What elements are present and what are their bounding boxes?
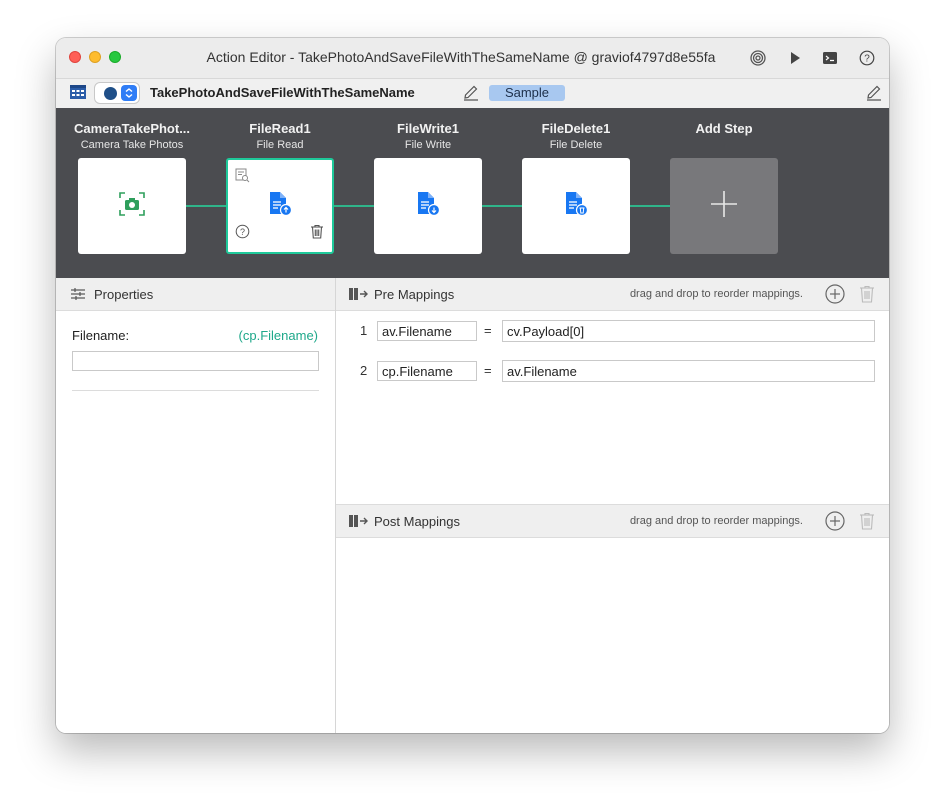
pre-mappings-panel: Pre Mappings drag and drop to reorder ma… xyxy=(336,278,889,504)
zoom-window-button[interactable] xyxy=(109,51,121,63)
camera-icon xyxy=(118,191,146,222)
add-pre-mapping-button[interactable] xyxy=(825,284,845,304)
toggle-dot-icon xyxy=(104,87,117,100)
stepper-chevron-icon[interactable] xyxy=(121,85,137,101)
step-card-file-read[interactable]: ? xyxy=(226,158,334,254)
step-connector xyxy=(482,205,522,207)
action-name-label: TakePhotoAndSaveFileWithTheSameName xyxy=(150,85,415,100)
mapping-target-field[interactable]: cp.Filename xyxy=(377,361,477,381)
step-title: CameraTakePhot... xyxy=(73,121,191,136)
properties-title: Properties xyxy=(94,287,154,302)
mapping-arrow-icon xyxy=(349,514,369,533)
add-step-button[interactable] xyxy=(670,158,778,254)
mapping-equals: = xyxy=(484,323,492,338)
delete-pre-mapping-trash-icon[interactable] xyxy=(857,284,877,304)
file-write-icon xyxy=(415,191,441,222)
sample-badge[interactable]: Sample xyxy=(489,85,565,101)
step-card-file-delete[interactable] xyxy=(522,158,630,254)
file-read-icon xyxy=(267,191,293,222)
filename-mapping-link[interactable]: (cp.Filename) xyxy=(239,328,318,343)
pre-mappings-title: Pre Mappings xyxy=(374,287,455,302)
minimize-window-button[interactable] xyxy=(89,51,101,63)
properties-header: Properties xyxy=(56,278,335,311)
mapping-equals: = xyxy=(484,363,492,378)
mapping-index: 2 xyxy=(360,363,368,378)
svg-text:?: ? xyxy=(240,227,245,237)
sliders-icon xyxy=(71,287,85,306)
add-step-title: Add Step xyxy=(695,121,753,136)
plus-icon xyxy=(709,189,739,224)
post-mappings-title: Post Mappings xyxy=(374,514,460,529)
close-window-button[interactable] xyxy=(69,51,81,63)
properties-divider xyxy=(72,390,319,391)
steps-bar: CameraTakePhot... Camera Take Photos Fil… xyxy=(56,108,889,278)
step-subtitle: File Delete xyxy=(549,139,603,151)
pre-mapping-row[interactable]: 2 cp.Filename = av.Filename xyxy=(336,360,889,382)
delete-post-mapping-trash-icon[interactable] xyxy=(857,511,877,531)
pre-mapping-row[interactable]: 1 av.Filename = cv.Payload[0] xyxy=(336,320,889,342)
step-card-file-write[interactable] xyxy=(374,158,482,254)
mapping-source-field[interactable]: cv.Payload[0] xyxy=(502,320,875,342)
terminal-icon[interactable] xyxy=(821,49,839,67)
step-title: FileWrite1 xyxy=(397,121,459,136)
mapping-index: 1 xyxy=(360,323,368,338)
action-toolbar: TakePhotoAndSaveFileWithTheSameName Samp… xyxy=(56,79,889,109)
step-connector xyxy=(186,205,228,207)
step-subtitle: Camera Take Photos xyxy=(80,139,184,151)
file-delete-icon xyxy=(563,191,589,222)
step-connector xyxy=(630,205,670,207)
post-mappings-header: Post Mappings drag and drop to reorder m… xyxy=(336,505,889,538)
post-mappings-hint: drag and drop to reorder mappings. xyxy=(629,515,803,527)
step-title: FileRead1 xyxy=(249,121,311,136)
step-subtitle: File Read xyxy=(256,139,304,151)
filename-label: Filename: xyxy=(72,328,130,343)
action-enable-toggle[interactable] xyxy=(94,82,140,104)
step-help-icon[interactable]: ? xyxy=(235,224,250,244)
step-title: FileDelete1 xyxy=(541,121,611,136)
fingerprint-icon[interactable] xyxy=(749,49,767,67)
edit-pencil-icon[interactable] xyxy=(865,84,883,107)
mapping-target-field[interactable]: av.Filename xyxy=(377,321,477,341)
mapping-arrow-icon xyxy=(349,287,369,306)
svg-text:?: ? xyxy=(864,54,870,65)
step-card-camera-take-photos[interactable] xyxy=(78,158,186,254)
title-bar: Action Editor - TakePhotoAndSaveFileWith… xyxy=(56,38,889,79)
play-icon[interactable] xyxy=(786,49,804,67)
filename-input[interactable] xyxy=(72,351,319,371)
step-connector xyxy=(334,205,374,207)
mapping-source-field[interactable]: av.Filename xyxy=(502,360,875,382)
add-post-mapping-button[interactable] xyxy=(825,511,845,531)
help-icon[interactable]: ? xyxy=(858,49,876,67)
pre-mappings-header: Pre Mappings drag and drop to reorder ma… xyxy=(336,278,889,311)
delete-step-trash-icon[interactable] xyxy=(310,224,324,244)
properties-panel: Properties Filename: (cp.Filename) xyxy=(56,278,336,733)
grid-table-icon[interactable] xyxy=(69,84,87,105)
action-editor-window: Action Editor - TakePhotoAndSaveFileWith… xyxy=(56,38,889,733)
window-title: Action Editor - TakePhotoAndSaveFileWith… xyxy=(206,49,716,65)
step-subtitle: File Write xyxy=(404,139,452,151)
post-mappings-panel: Post Mappings drag and drop to reorder m… xyxy=(336,504,889,733)
edit-name-pencil-icon[interactable] xyxy=(462,84,480,107)
pre-mappings-hint: drag and drop to reorder mappings. xyxy=(629,288,803,300)
inspect-icon[interactable] xyxy=(235,168,250,188)
